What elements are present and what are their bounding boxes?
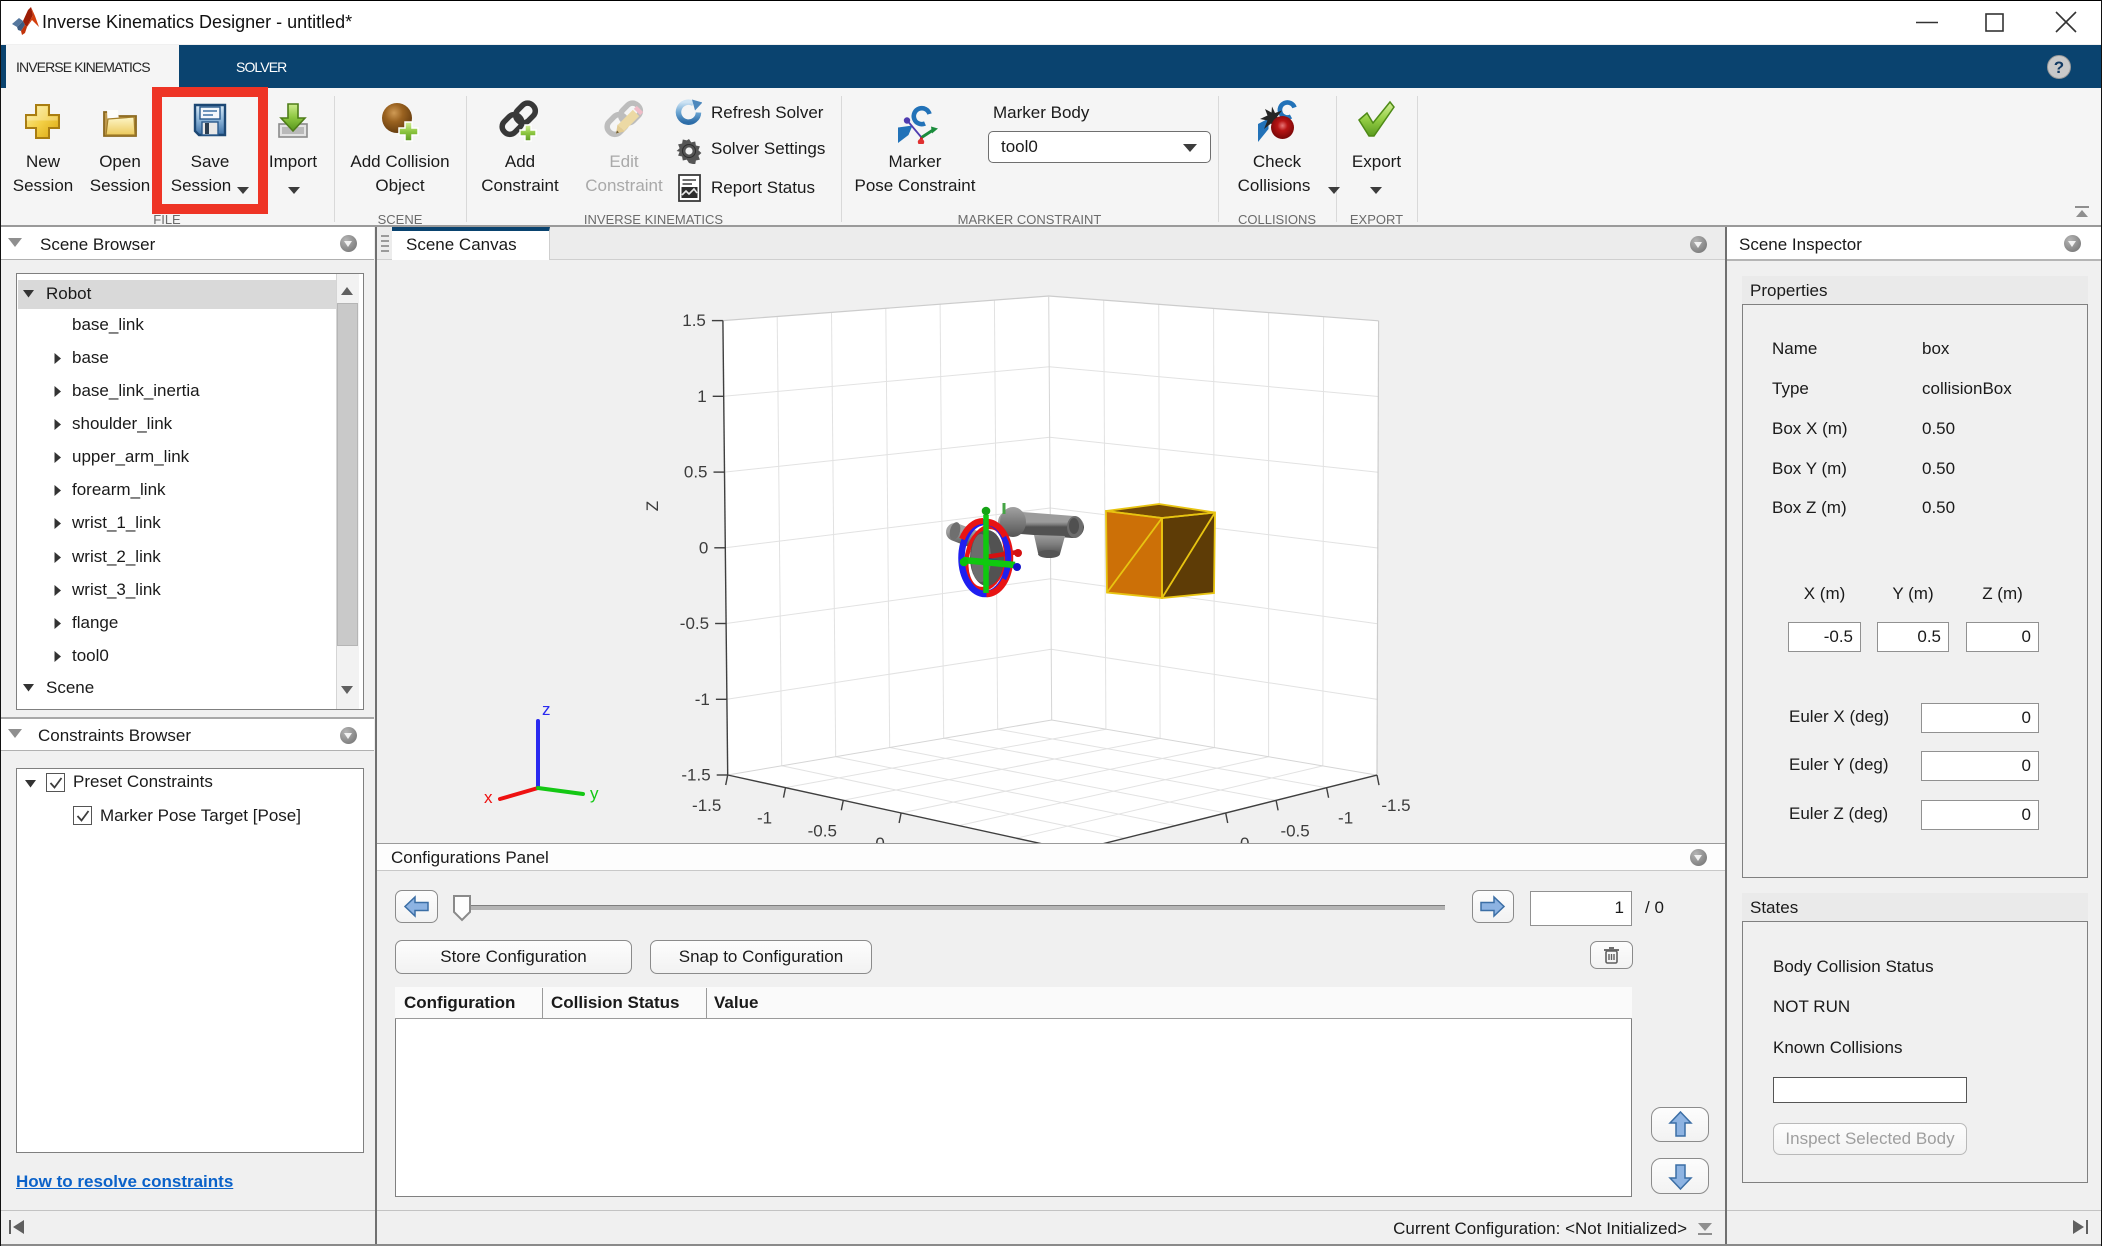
svg-text:1.5: 1.5	[682, 311, 706, 330]
svg-text:-0.5: -0.5	[680, 614, 709, 633]
svg-text:0: 0	[699, 538, 708, 557]
svg-text:0: 0	[875, 834, 884, 843]
svg-text:x: x	[484, 788, 493, 807]
svg-text:-1.5: -1.5	[681, 766, 710, 785]
svg-text:0: 0	[1240, 834, 1249, 843]
svg-text:-0.5: -0.5	[1280, 821, 1309, 840]
svg-text:z: z	[542, 700, 551, 719]
svg-text:-0.5: -0.5	[808, 821, 837, 840]
svg-text:Z: Z	[643, 501, 662, 511]
svg-text:-1: -1	[1338, 809, 1353, 828]
svg-text:0.5: 0.5	[684, 463, 708, 482]
svg-text:-1.5: -1.5	[692, 796, 721, 815]
svg-text:?: ?	[2054, 58, 2064, 77]
svg-text:1: 1	[697, 387, 706, 406]
svg-text:y: y	[590, 784, 599, 803]
svg-text:-1: -1	[695, 690, 710, 709]
svg-text:-1: -1	[757, 809, 772, 828]
svg-text:-1.5: -1.5	[1381, 796, 1410, 815]
